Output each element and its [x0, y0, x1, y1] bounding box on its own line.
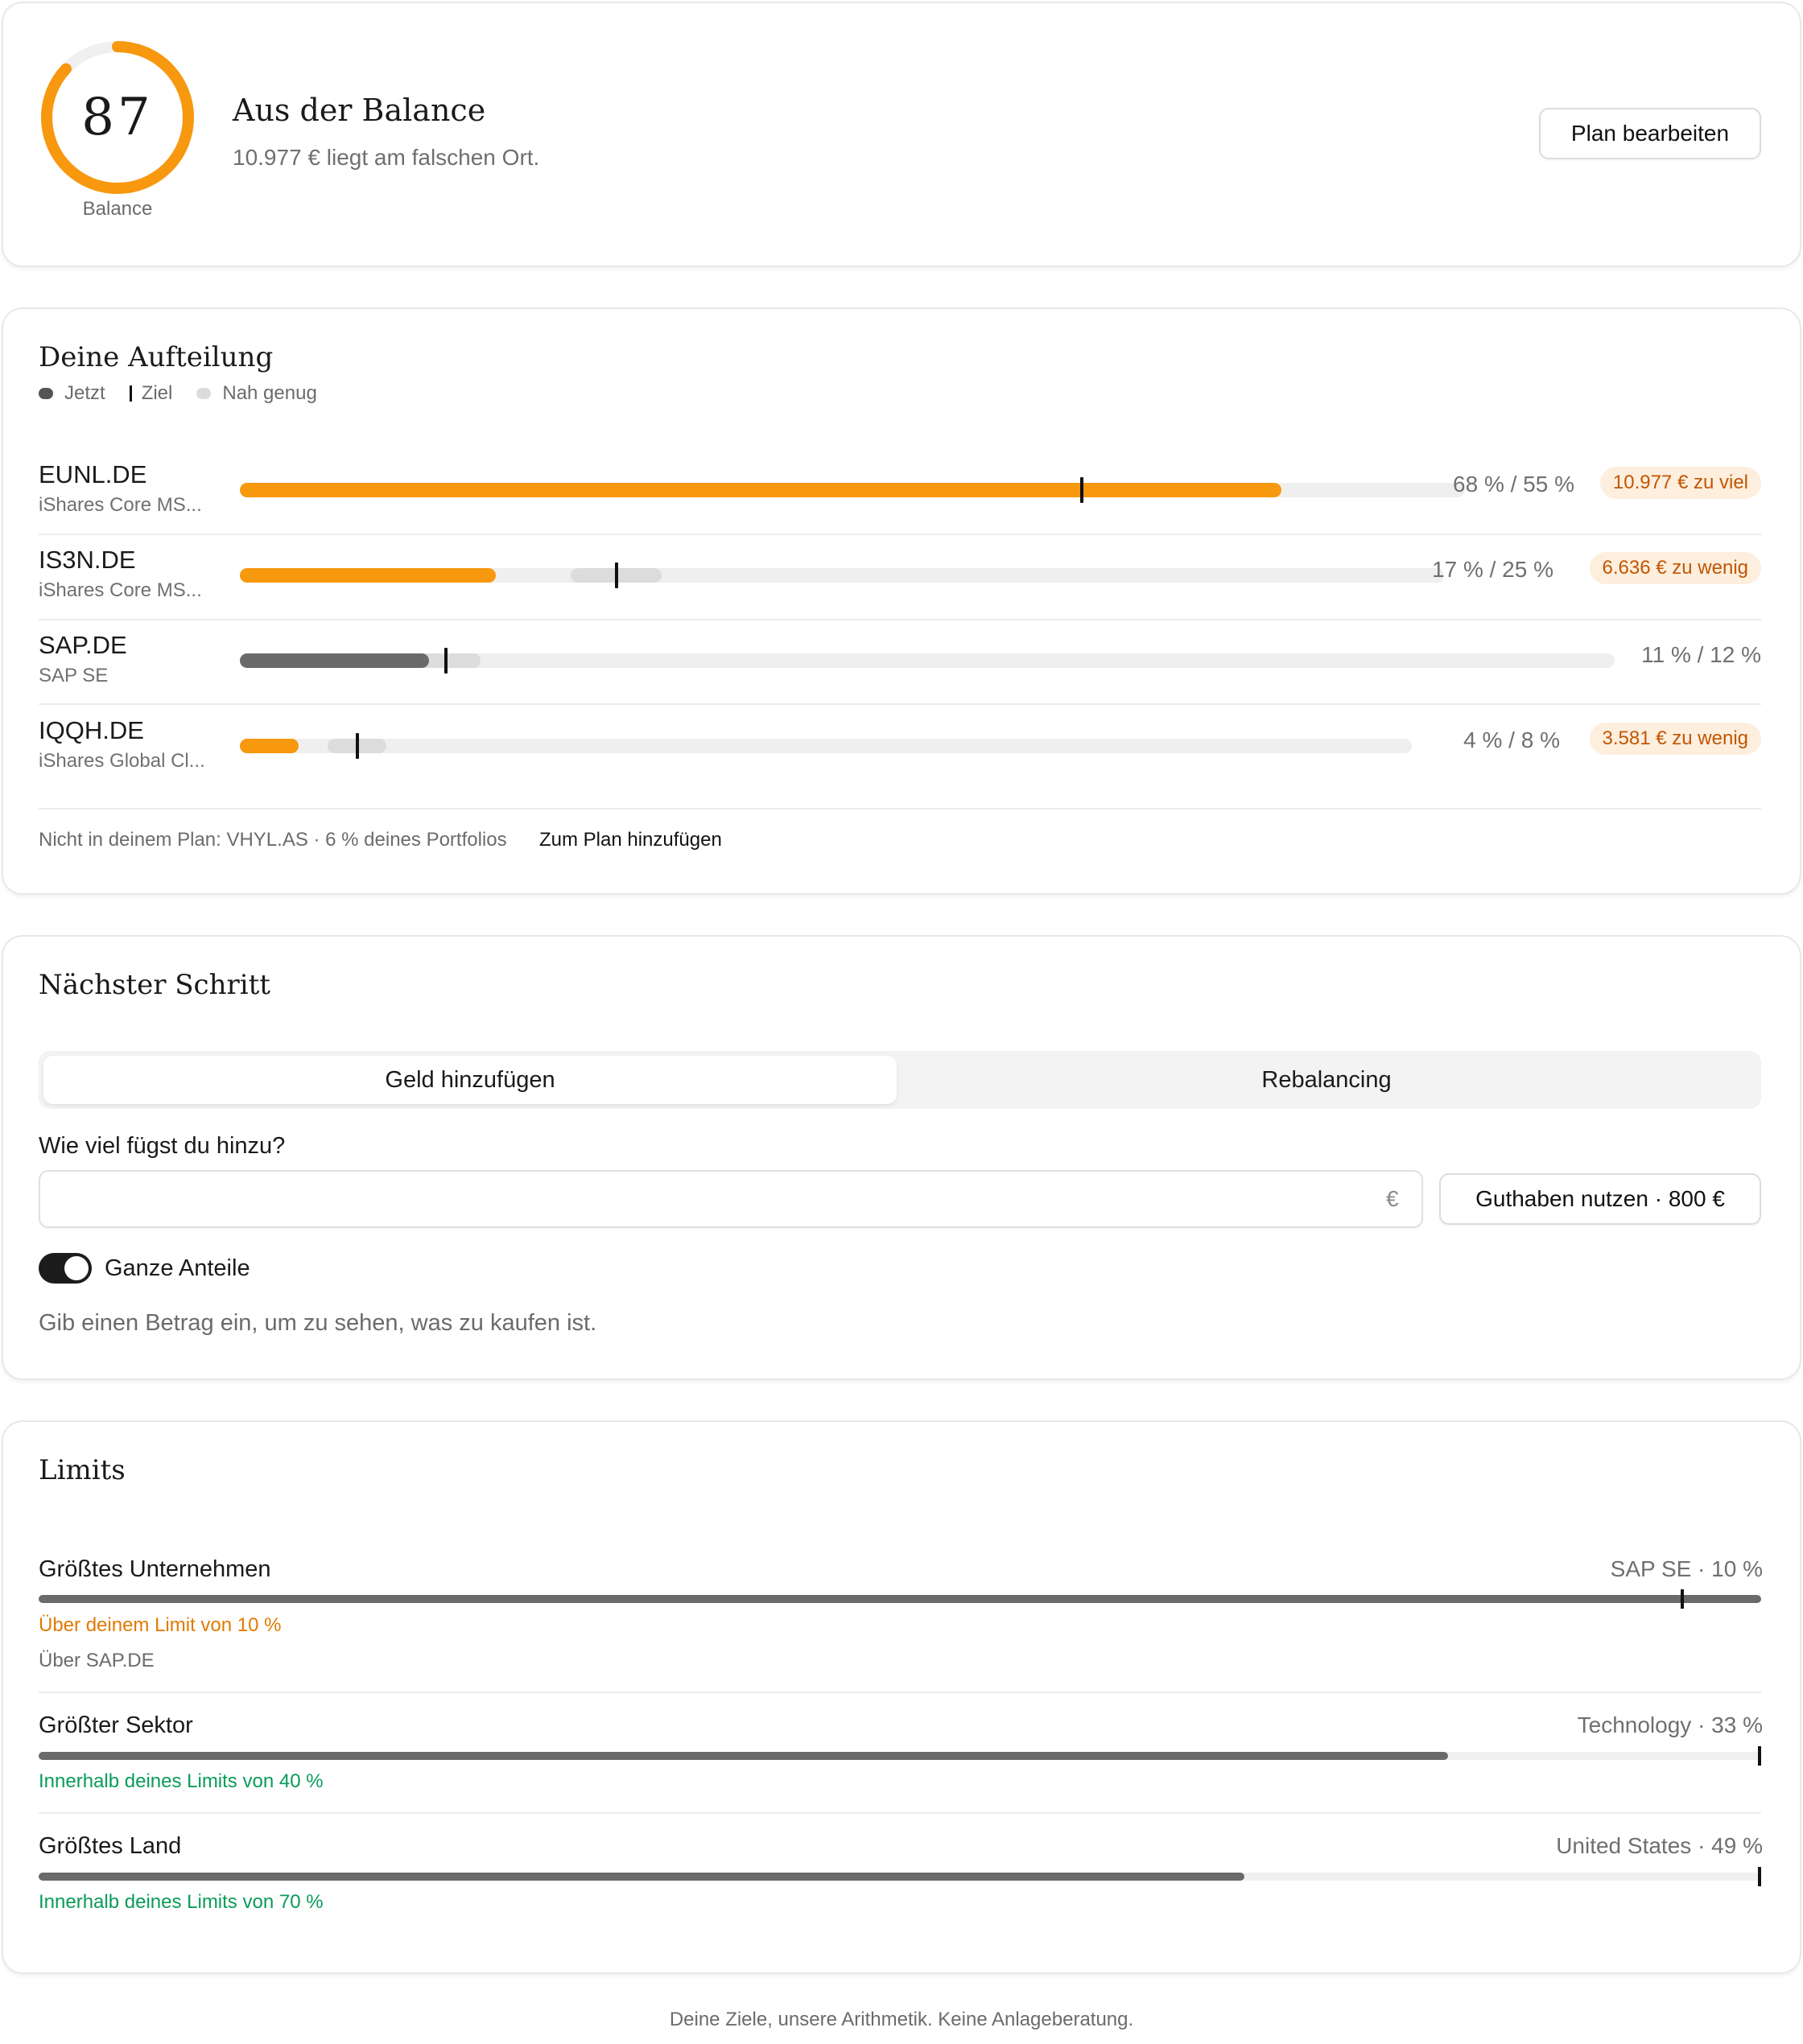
legend-close-enough-label: Nah genug — [222, 382, 317, 404]
row-percent: 11 % / 12 % — [1641, 642, 1761, 667]
legend-target-swatch — [129, 385, 132, 402]
row-ticker: IS3N.DE — [39, 546, 136, 574]
limit-status-sector: Innerhalb deines Limits von 40 % — [39, 1770, 324, 1792]
row-percent: 68 % / 55 % — [1453, 472, 1574, 497]
limit-track-company — [39, 1589, 1761, 1609]
next-step-tabs: Geld hinzufügen Rebalancing — [39, 1051, 1761, 1109]
amount-label: Wie viel fügst du hinzu? — [39, 1133, 286, 1159]
allocation-row-iqqh[interactable]: IQQH.DE iShares Global Cl... 4 % / 8 % 3… — [39, 708, 1761, 793]
balance-score: 87 — [81, 88, 154, 147]
row-divider — [39, 619, 1761, 620]
limit-divider — [39, 1692, 1761, 1693]
current-fill — [240, 568, 496, 583]
amount-input[interactable] — [39, 1170, 1423, 1228]
edit-plan-button[interactable]: Plan bearbeiten — [1539, 108, 1761, 159]
current-fill — [240, 739, 299, 753]
legend-close-enough: Nah genug — [196, 382, 317, 405]
limit-track-sector — [39, 1746, 1761, 1766]
limit-marker — [1680, 1589, 1684, 1609]
tab-add-money[interactable]: Geld hinzufügen — [43, 1056, 897, 1104]
amount-hint: Gib einen Betrag ein, um zu sehen, was z… — [39, 1310, 597, 1336]
allocation-row-eunl[interactable]: EUNL.DE iShares Core MS... 68 % / 55 % 1… — [39, 452, 1761, 538]
limit-label-country: Größtes Land — [39, 1833, 182, 1859]
status-title: Aus der Balance — [233, 93, 486, 128]
limit-value-sector: Technology · 33 % — [1577, 1712, 1763, 1737]
whole-shares-label: Ganze Anteile — [105, 1255, 250, 1281]
allocation-track — [240, 648, 1615, 674]
target-marker — [614, 563, 618, 588]
legend-now-label: Jetzt — [64, 382, 105, 404]
allocation-track — [240, 733, 1412, 759]
target-marker — [444, 648, 448, 674]
limit-label-sector: Größter Sektor — [39, 1712, 193, 1738]
row-ticker: SAP.DE — [39, 631, 127, 659]
limit-value-country: United States · 49 % — [1556, 1833, 1763, 1858]
limit-sub-company: Über SAP.DE — [39, 1650, 155, 1671]
next-step-title: Nächster Schritt — [39, 969, 270, 1001]
row-percent: 17 % / 25 % — [1432, 557, 1553, 582]
limit-track-country — [39, 1867, 1761, 1886]
balance-card — [2, 2, 1801, 267]
allocation-title: Deine Aufteilung — [39, 341, 274, 373]
row-fund-name: iShares Core MS... — [39, 494, 202, 516]
not-in-plan-note: Nicht in deinem Plan: VHYL.AS · 6 % dein… — [39, 829, 507, 851]
currency-symbol: € — [1386, 1186, 1399, 1211]
limit-value-company: SAP SE · 10 % — [1610, 1556, 1763, 1581]
row-divider — [39, 808, 1761, 810]
deviation-badge: 3.581 € zu wenig — [1589, 723, 1761, 755]
balance-score-label: Balance — [82, 198, 153, 220]
legend-target: Ziel — [129, 382, 173, 405]
use-balance-button[interactable]: Guthaben nutzen · 800 € — [1439, 1173, 1761, 1225]
limit-marker — [1758, 1746, 1761, 1766]
legend-now-swatch — [39, 388, 53, 399]
row-fund-name: iShares Global Cl... — [39, 750, 205, 772]
current-fill — [240, 653, 429, 668]
allocation-row-is3n[interactable]: IS3N.DE iShares Core MS... 17 % / 25 % 6… — [39, 538, 1761, 623]
status-subtitle: 10.977 € liegt am falschen Ort. — [233, 145, 540, 170]
limits-title: Limits — [39, 1454, 126, 1486]
limit-marker — [1758, 1867, 1761, 1886]
limit-fill — [39, 1873, 1244, 1881]
target-marker — [1080, 477, 1084, 503]
footer-disclaimer: Deine Ziele, unsere Arithmetik. Keine An… — [669, 2009, 1134, 2030]
row-divider — [39, 534, 1761, 535]
row-ticker: EUNL.DE — [39, 460, 147, 488]
limit-label-company: Größtes Unternehmen — [39, 1556, 271, 1582]
row-fund-name: iShares Core MS... — [39, 579, 202, 601]
limit-status-country: Innerhalb deines Limits von 70 % — [39, 1891, 324, 1913]
limit-fill — [39, 1752, 1448, 1760]
target-marker — [355, 733, 359, 759]
current-fill — [240, 483, 1281, 497]
legend-now: Jetzt — [39, 382, 105, 405]
row-fund-name: SAP SE — [39, 665, 109, 686]
legend-close-enough-swatch — [196, 388, 212, 399]
allocation-row-sap[interactable]: SAP.DE SAP SE 11 % / 12 % — [39, 623, 1761, 708]
legend-target-label: Ziel — [141, 382, 173, 404]
allocation-track — [240, 477, 1465, 503]
add-to-plan-link[interactable]: Zum Plan hinzufügen — [539, 829, 722, 851]
row-percent: 4 % / 8 % — [1463, 727, 1560, 752]
limit-fill — [39, 1595, 1761, 1603]
tab-rebalancing[interactable]: Rebalancing — [897, 1056, 1756, 1104]
limit-status-company: Über deinem Limit von 10 % — [39, 1614, 282, 1636]
whole-shares-toggle[interactable] — [39, 1253, 92, 1284]
allocation-legend: Jetzt Ziel Nah genug — [39, 382, 341, 405]
allocation-track — [240, 563, 1444, 588]
deviation-badge: 10.977 € zu viel — [1599, 467, 1761, 499]
limit-divider — [39, 1812, 1761, 1814]
toggle-knob — [64, 1256, 89, 1280]
deviation-badge: 6.636 € zu wenig — [1589, 552, 1761, 584]
row-ticker: IQQH.DE — [39, 716, 144, 744]
row-divider — [39, 703, 1761, 705]
